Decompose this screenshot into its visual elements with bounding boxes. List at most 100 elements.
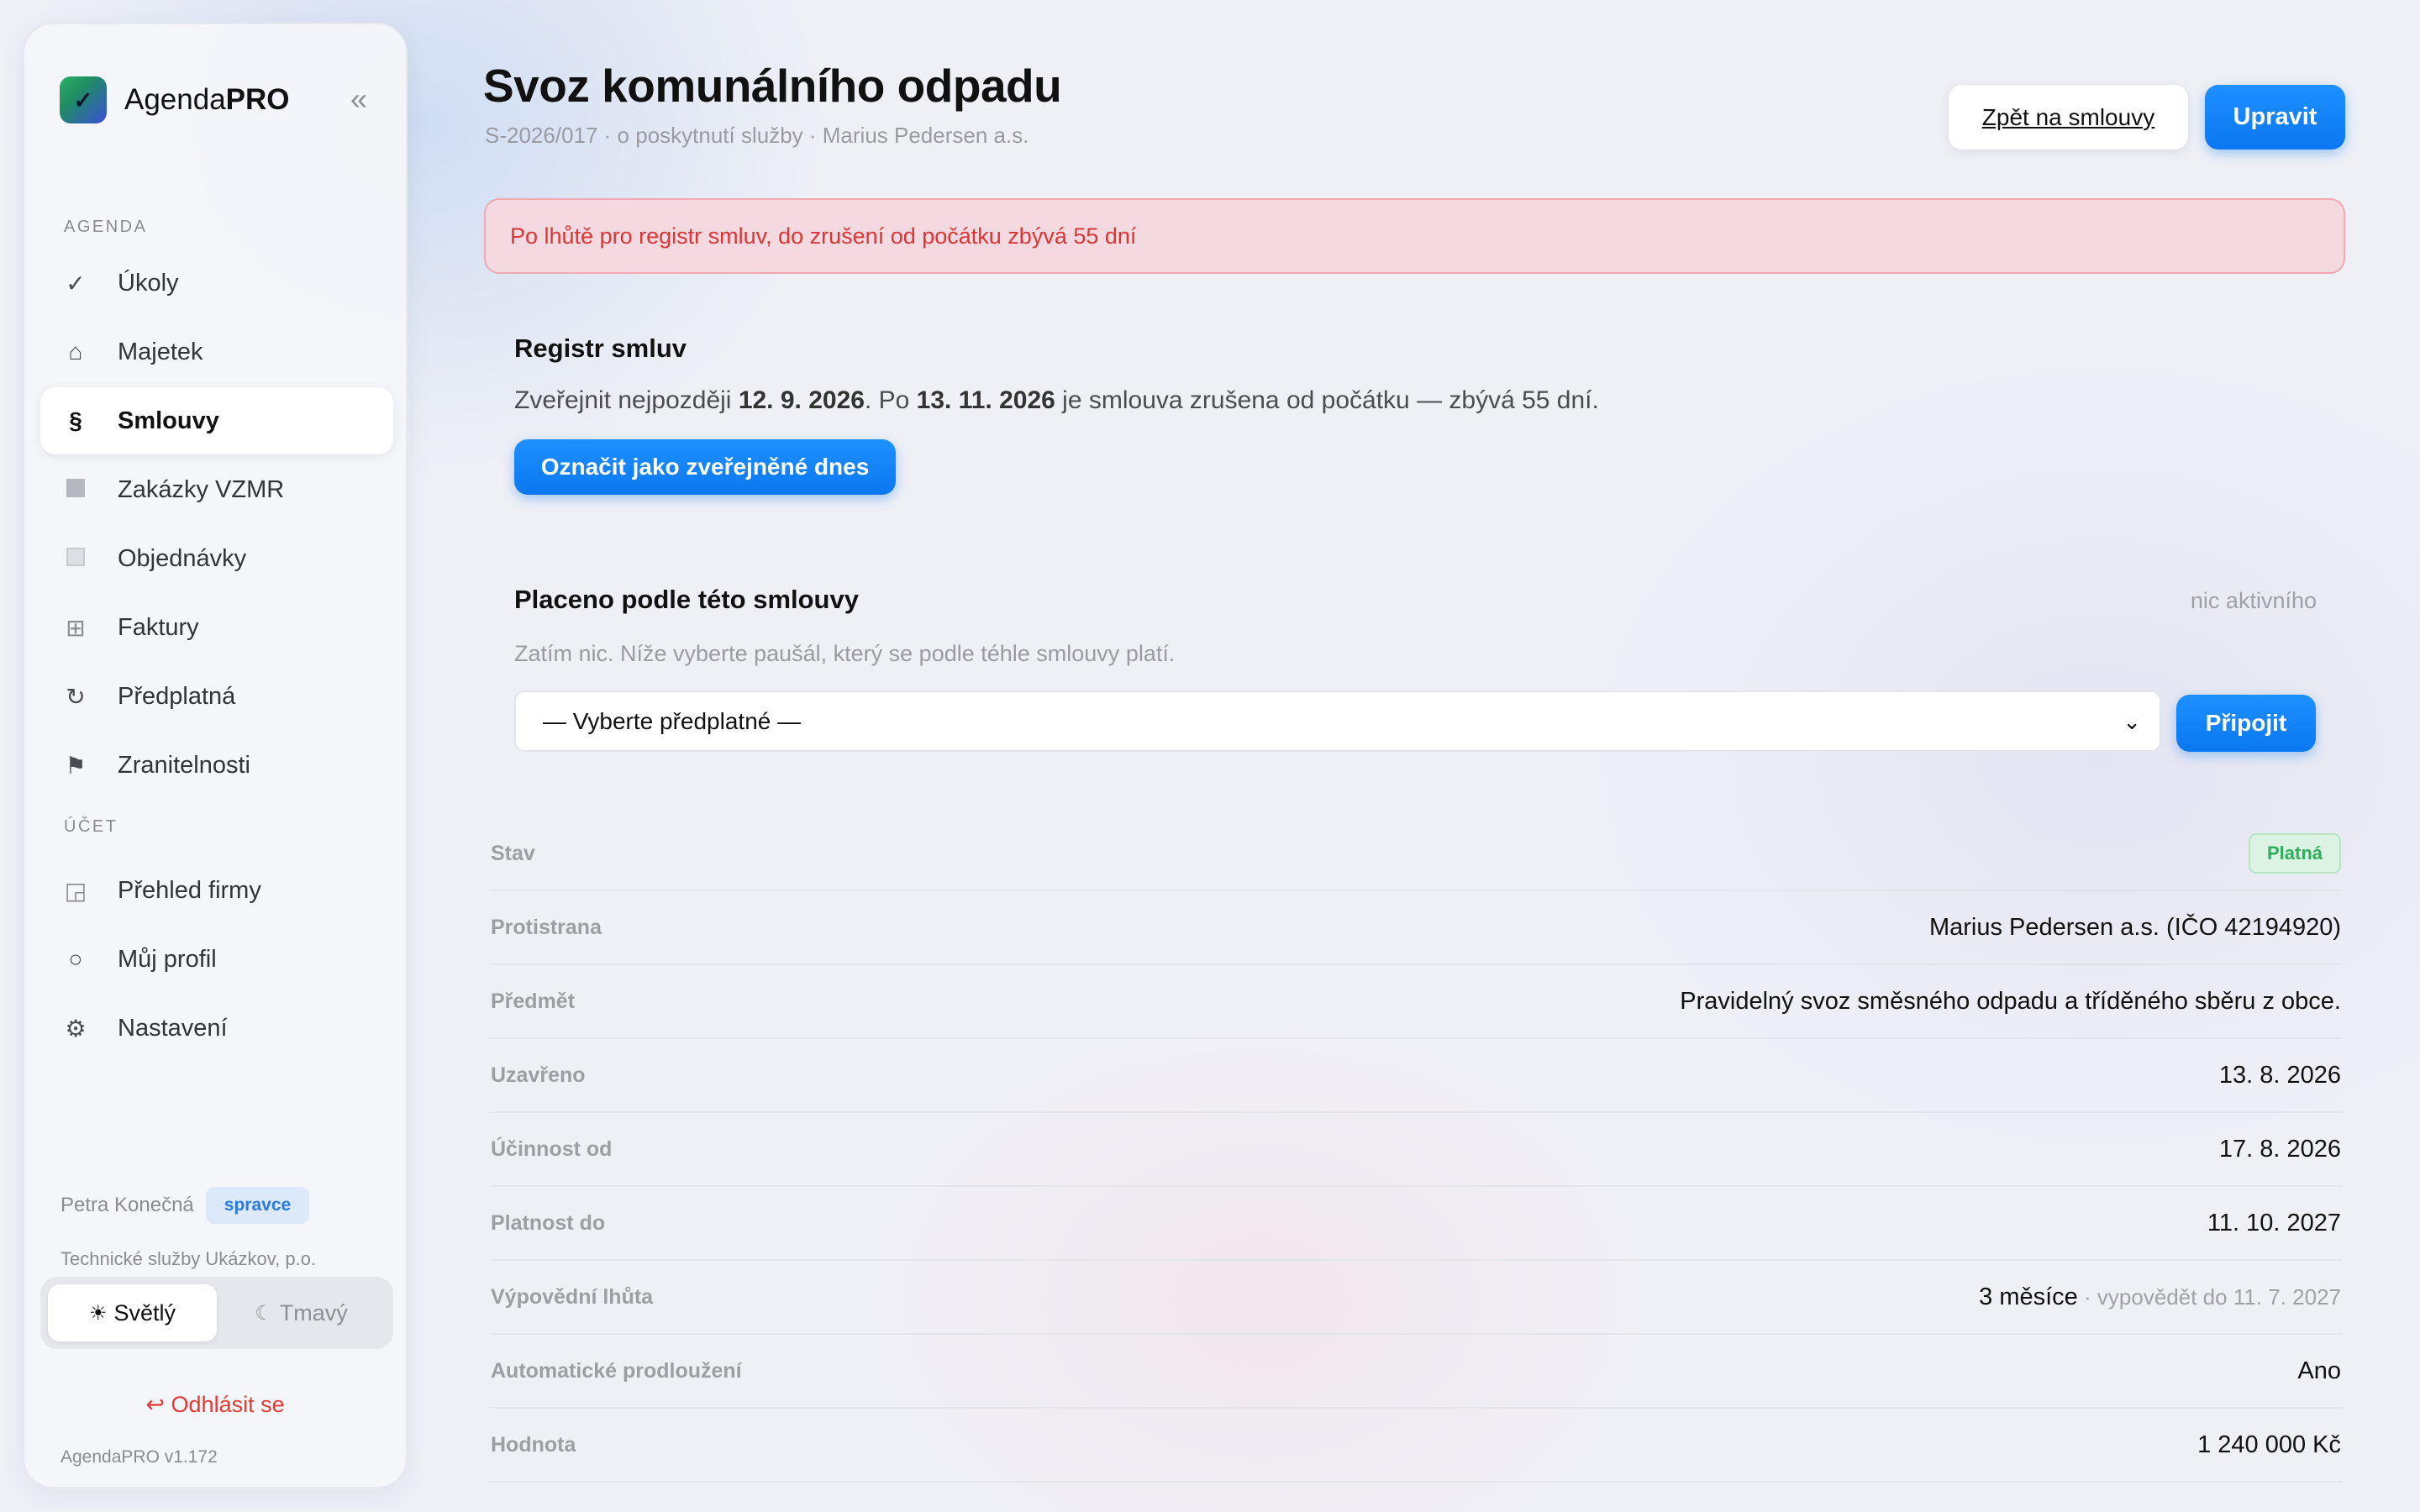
registry-title: Registr smluv	[514, 333, 687, 363]
flag-icon: ⚑	[65, 752, 87, 779]
sidebar-item-label: Majetek	[118, 338, 203, 365]
sidebar-item-zakazky[interactable]: Zakázky VZMR	[40, 456, 393, 523]
sidebar: ✓ AgendaPRO « AGENDA ✓ Úkoly ⌂ Majetek §…	[23, 23, 408, 1488]
sidebar-item-label: Zakázky VZMR	[118, 475, 285, 503]
sidebar-item-muj-profil[interactable]: ○ Můj profil	[40, 926, 393, 993]
sidebar-item-label: Předplatná	[118, 682, 236, 710]
status-badge: Platná	[2248, 833, 2341, 874]
sidebar-item-label: Zranitelnosti	[118, 751, 250, 779]
sidebar-item-smlouvy[interactable]: § Smlouvy	[40, 387, 393, 454]
registry-text: Zveřejnit nejpozději 12. 9. 2026. Po 13.…	[514, 386, 1599, 414]
sidebar-item-objednavky[interactable]: Objednávky	[40, 525, 393, 592]
theme-dark-label: Tmavý	[279, 1299, 348, 1326]
sidebar-item-label: Smlouvy	[118, 407, 219, 434]
detail-value: 11. 10. 2027	[2207, 1209, 2341, 1236]
page-title: Svoz komunálního odpadu	[483, 60, 1062, 112]
attach-button[interactable]: Připojit	[2176, 695, 2316, 752]
box-icon	[57, 545, 94, 572]
sidebar-item-ukoly[interactable]: ✓ Úkoly	[40, 249, 393, 317]
moon-icon: ☾	[255, 1301, 273, 1325]
detail-label: Platnost do	[491, 1210, 606, 1235]
edit-button[interactable]: Upravit	[2205, 85, 2345, 150]
detail-label: Hodnota	[491, 1432, 576, 1457]
detail-row: Předmět Pravidelný svoz směsného odpadu …	[491, 965, 2341, 1039]
logout-label: Odhlásit se	[171, 1392, 285, 1417]
role-badge: spravce	[205, 1187, 310, 1224]
sidebar-item-label: Nastavení	[118, 1014, 228, 1042]
detail-value: Ano	[2297, 1357, 2341, 1384]
detail-label: Uzavřeno	[491, 1063, 586, 1087]
sidebar-item-zranitelnosti[interactable]: ⚑ Zranitelnosti	[40, 732, 393, 799]
refresh-icon: ↻	[66, 683, 86, 710]
detail-row: Hodnota 1 240 000 Kč	[491, 1409, 2341, 1483]
paid-section-title: Placeno podle této smlouvy	[514, 585, 859, 614]
section-label-account: ÚČET	[64, 817, 118, 836]
detail-value: 3 měsíce · vypovědět do 11. 7. 2027	[1979, 1283, 2341, 1310]
detail-value: 1 240 000 Kč	[2197, 1431, 2341, 1458]
sun-icon: ☀	[88, 1301, 108, 1325]
sidebar-item-label: Úkoly	[118, 269, 179, 297]
theme-dark-button[interactable]: ☾ Tmavý	[217, 1284, 386, 1341]
section-icon: §	[69, 407, 82, 433]
sidebar-item-label: Objednávky	[118, 544, 247, 572]
collapse-sidebar-icon[interactable]: «	[350, 81, 367, 117]
square-icon	[57, 476, 94, 503]
sidebar-item-faktury[interactable]: ⊞ Faktury	[40, 594, 393, 661]
detail-label: Předmět	[491, 989, 576, 1013]
detail-label: Účinnost od	[491, 1137, 613, 1161]
app-name: AgendaPRO	[124, 83, 290, 116]
back-to-contracts-button[interactable]: Zpět na smlouvy	[1949, 85, 2188, 150]
chevron-down-icon: ⌄	[2123, 709, 2141, 734]
detail-row: Uzavřeno 13. 8. 2026	[491, 1039, 2341, 1113]
logout-button[interactable]: ↩ Odhlásit se	[24, 1392, 406, 1418]
home-icon: ⌂	[68, 339, 83, 365]
subscription-select-value: — Vyberte předplatné —	[543, 707, 802, 734]
detail-value: 13. 8. 2026	[2218, 1061, 2341, 1089]
check-icon: ✓	[66, 270, 86, 297]
section-label-agenda: AGENDA	[64, 218, 148, 236]
detail-value: Pravidelný svoz směsného odpadu a tříděn…	[1680, 987, 2341, 1015]
profile-icon: ○	[68, 946, 83, 972]
detail-row: Automatické prodloužení Ano	[491, 1335, 2341, 1409]
detail-row: Platnost do 11. 10. 2027	[491, 1187, 2341, 1261]
paid-empty-text: Zatím nic. Níže vyberte paušál, který se…	[514, 641, 1176, 666]
deadline-alert: Po lhůtě pro registr smluv, do zrušení o…	[484, 198, 2345, 274]
app-logo: ✓	[60, 76, 107, 123]
subscription-select[interactable]: — Vyberte předplatné — ⌄	[514, 690, 2161, 752]
gear-icon: ⚙	[65, 1015, 87, 1042]
sidebar-item-predplatna[interactable]: ↻ Předplatná	[40, 663, 393, 730]
detail-value: 17. 8. 2026	[2218, 1135, 2341, 1163]
detail-label: Automatické prodloužení	[491, 1358, 742, 1383]
theme-light-label: Světlý	[113, 1299, 176, 1326]
sidebar-item-nastaveni[interactable]: ⚙ Nastavení	[40, 995, 393, 1062]
theme-switch: ☀ Světlý ☾ Tmavý	[40, 1277, 393, 1349]
detail-label: Protistrana	[491, 915, 602, 939]
theme-light-button[interactable]: ☀ Světlý	[48, 1284, 217, 1341]
detail-row-notice: Výpovědní lhůta 3 měsíce · vypovědět do …	[491, 1261, 2341, 1335]
logout-icon: ↩	[145, 1392, 166, 1417]
sidebar-item-prehled-firmy[interactable]: ◲ Přehled firmy	[40, 857, 393, 924]
detail-row: Účinnost od 17. 8. 2026	[491, 1113, 2341, 1187]
brand[interactable]: ✓ AgendaPRO	[60, 76, 290, 123]
notice-deadline: · vypovědět do 11. 7. 2027	[2077, 1284, 2341, 1310]
sidebar-item-label: Můj profil	[118, 945, 217, 973]
page-subtitle: S-2026/017 · o poskytnutí služby · Mariu…	[485, 123, 1029, 148]
user-info: Petra Konečná spravce	[60, 1187, 310, 1224]
sidebar-item-label: Faktury	[118, 613, 199, 641]
void-date: 13. 11. 2026	[916, 386, 1055, 414]
detail-row: Protistrana Marius Pedersen a.s. (IČO 42…	[491, 891, 2341, 965]
publish-deadline: 12. 9. 2026	[738, 386, 865, 414]
sidebar-item-label: Přehled firmy	[118, 876, 261, 904]
grid-icon: ⊞	[66, 614, 86, 641]
organization-name: Technické služby Ukázkov, p.o.	[60, 1248, 317, 1269]
detail-row-status: Stav Platná	[491, 817, 2341, 891]
sidebar-item-majetek[interactable]: ⌂ Majetek	[40, 318, 393, 386]
detail-label: Stav	[491, 841, 535, 865]
app-version: AgendaPRO v1.172	[60, 1447, 218, 1467]
mark-published-button[interactable]: Označit jako zveřejněné dnes	[514, 439, 896, 495]
detail-label: Výpovědní lhůta	[491, 1284, 654, 1309]
user-name: Petra Konečná	[60, 1194, 194, 1216]
detail-value: Marius Pedersen a.s. (IČO 42194920)	[1928, 913, 2341, 941]
paid-status: nic aktivního	[2190, 588, 2317, 613]
dashboard-icon: ◲	[64, 877, 87, 904]
